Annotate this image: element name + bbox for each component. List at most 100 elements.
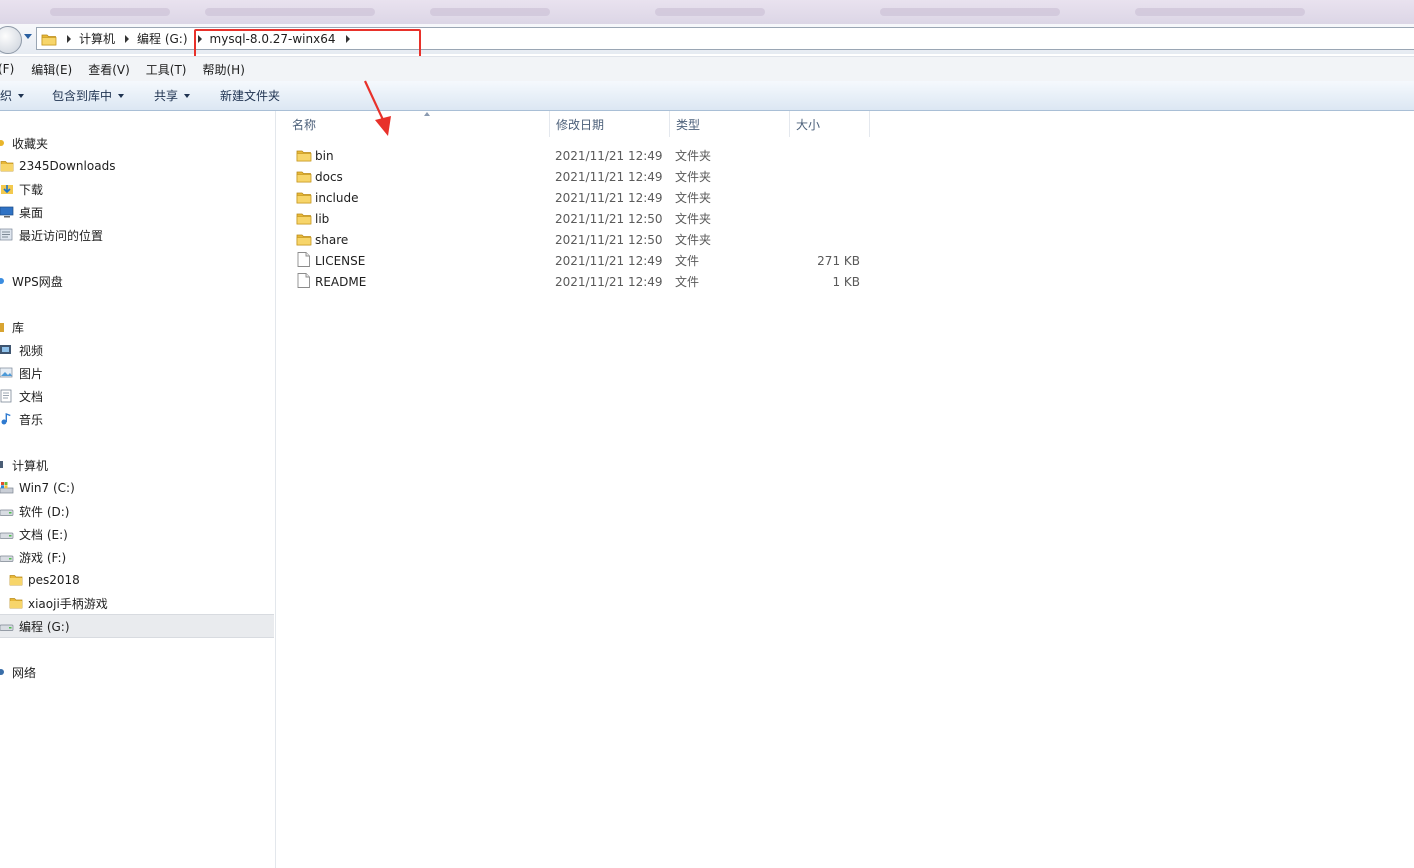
nav-item[interactable]: 软件 (D:) <box>0 500 69 522</box>
file-row[interactable]: share 2021/11/21 12:50 文件夹 <box>292 229 872 250</box>
menu-view[interactable]: 查看(V) <box>88 61 130 78</box>
include-in-library-button[interactable]: 包含到库中 <box>52 87 125 104</box>
annotation-arrow-icon <box>364 80 391 136</box>
nav-item-label: 计算机 <box>12 458 49 473</box>
nav-item[interactable]: WPS网盘 <box>0 270 63 292</box>
folder-icon <box>9 573 23 587</box>
nav-item-label: 最近访问的位置 <box>19 228 104 243</box>
nav-item[interactable]: 库 <box>0 316 24 338</box>
nav-item-label: Win7 (C:) <box>19 481 75 495</box>
library-icon <box>0 320 8 334</box>
menu-bar: (F) 编辑(E) 查看(V) 工具(T) 帮助(H) <box>0 56 1414 82</box>
system-drive-icon <box>0 481 14 495</box>
file-type: 文件夹 <box>675 212 712 226</box>
nav-item-label: 视频 <box>19 343 44 358</box>
file-type: 文件夹 <box>675 149 712 163</box>
background-window-strip <box>0 0 1414 25</box>
new-folder-label: 新建文件夹 <box>220 89 281 103</box>
nav-item[interactable]: 桌面 <box>0 201 43 223</box>
nav-item[interactable]: 音乐 <box>0 408 43 430</box>
file-icon <box>297 273 310 291</box>
nav-item[interactable]: xiaoji手柄游戏 <box>0 592 108 614</box>
breadcrumb-separator[interactable] <box>67 34 71 43</box>
music-library-icon <box>0 412 14 426</box>
organize-label: 织 <box>0 89 13 103</box>
file-size: 271 KB <box>817 253 860 268</box>
column-header-type[interactable]: 类型 <box>670 111 790 137</box>
file-icon <box>297 252 310 270</box>
nav-item[interactable]: Win7 (C:) <box>0 477 75 499</box>
nav-item-label: 软件 (D:) <box>19 504 70 519</box>
download-folder-icon <box>0 182 14 196</box>
nav-item[interactable]: 视频 <box>0 339 43 361</box>
drive-icon <box>0 504 14 518</box>
video-library-icon <box>0 343 14 357</box>
nav-item-label: WPS网盘 <box>12 274 63 289</box>
column-header-size-label: 大小 <box>796 117 821 132</box>
file-row[interactable]: README 2021/11/21 12:49 文件 1 KB <box>292 271 872 292</box>
folder-icon <box>41 32 57 46</box>
nav-item[interactable]: 文档 <box>0 385 43 407</box>
share-button[interactable]: 共享 <box>154 87 191 104</box>
file-list-pane[interactable]: 名称 修改日期 类型 大小 bin 2021/11/21 12:49 文件夹 docs… <box>276 111 1414 868</box>
nav-item[interactable]: 文档 (E:) <box>0 523 68 545</box>
computer-icon <box>0 458 8 472</box>
nav-item[interactable]: 收藏夹 <box>0 132 48 154</box>
column-header-name[interactable]: 名称 <box>286 111 550 137</box>
desktop-icon <box>0 205 14 219</box>
navigation-pane[interactable]: 收藏夹 2345Downloads 下载桌面最近访问的位置 WPS网盘库视频图片 文档音… <box>0 111 276 868</box>
nav-item[interactable]: 2345Downloads <box>0 155 115 177</box>
back-button[interactable] <box>0 26 22 54</box>
menu-edit[interactable]: 编辑(E) <box>31 61 72 78</box>
file-size: 1 KB <box>832 274 860 289</box>
breadcrumb-separator[interactable] <box>125 34 130 43</box>
nav-item-label: 收藏夹 <box>12 136 49 151</box>
file-type: 文件夹 <box>675 170 712 184</box>
file-row[interactable]: lib 2021/11/21 12:50 文件夹 <box>292 208 872 229</box>
folder-icon <box>296 211 312 228</box>
column-header-modified-label: 修改日期 <box>556 117 605 132</box>
breadcrumb-drive-g[interactable]: 编程 (G:) <box>137 30 188 47</box>
nav-item[interactable]: 计算机 <box>0 454 48 476</box>
nav-item[interactable]: 图片 <box>0 362 43 384</box>
new-folder-button[interactable]: 新建文件夹 <box>220 87 280 104</box>
nav-item[interactable]: 下载 <box>0 178 43 200</box>
file-modified: 2021/11/21 12:50 <box>555 211 663 226</box>
file-row[interactable]: LICENSE 2021/11/21 12:49 文件 271 KB <box>292 250 872 271</box>
nav-item[interactable]: 网络 <box>0 661 36 683</box>
file-row[interactable]: docs 2021/11/21 12:49 文件夹 <box>292 166 872 187</box>
file-type: 文件 <box>675 254 700 268</box>
nav-item-label: 网络 <box>12 665 37 680</box>
file-name: bin <box>315 148 334 163</box>
nav-item-label: 桌面 <box>19 205 44 220</box>
column-header-modified[interactable]: 修改日期 <box>550 111 670 137</box>
menu-file[interactable]: (F) <box>0 62 14 76</box>
nav-item[interactable]: 游戏 (F:) <box>0 546 66 568</box>
organize-button[interactable]: 织 <box>0 87 25 104</box>
recent-pages-dropdown[interactable] <box>24 34 32 39</box>
chevron-down-icon <box>118 93 125 98</box>
file-name: lib <box>315 211 330 226</box>
chevron-down-icon <box>18 93 25 98</box>
file-modified: 2021/11/21 12:50 <box>555 232 663 247</box>
column-header-type-label: 类型 <box>676 117 701 132</box>
star-icon <box>0 136 8 150</box>
nav-item[interactable]: 最近访问的位置 <box>0 224 103 246</box>
chevron-down-icon <box>184 93 191 98</box>
menu-tools[interactable]: 工具(T) <box>146 61 187 78</box>
documents-library-icon <box>0 389 14 403</box>
network-icon <box>0 665 8 679</box>
file-name: LICENSE <box>315 253 366 268</box>
nav-item[interactable]: 编程 (G:) <box>0 614 274 638</box>
file-row[interactable]: bin 2021/11/21 12:49 文件夹 <box>292 145 872 166</box>
column-header-size[interactable]: 大小 <box>790 111 870 137</box>
pictures-library-icon <box>0 366 14 380</box>
breadcrumb-computer[interactable]: 计算机 <box>79 30 115 47</box>
share-label: 共享 <box>154 89 179 103</box>
file-row[interactable]: include 2021/11/21 12:49 文件夹 <box>292 187 872 208</box>
menu-help[interactable]: 帮助(H) <box>203 61 245 78</box>
cloud-drive-icon <box>0 274 8 288</box>
nav-item[interactable]: pes2018 <box>0 569 80 591</box>
nav-item-label: 编程 (G:) <box>19 619 70 634</box>
file-name: README <box>315 274 367 289</box>
